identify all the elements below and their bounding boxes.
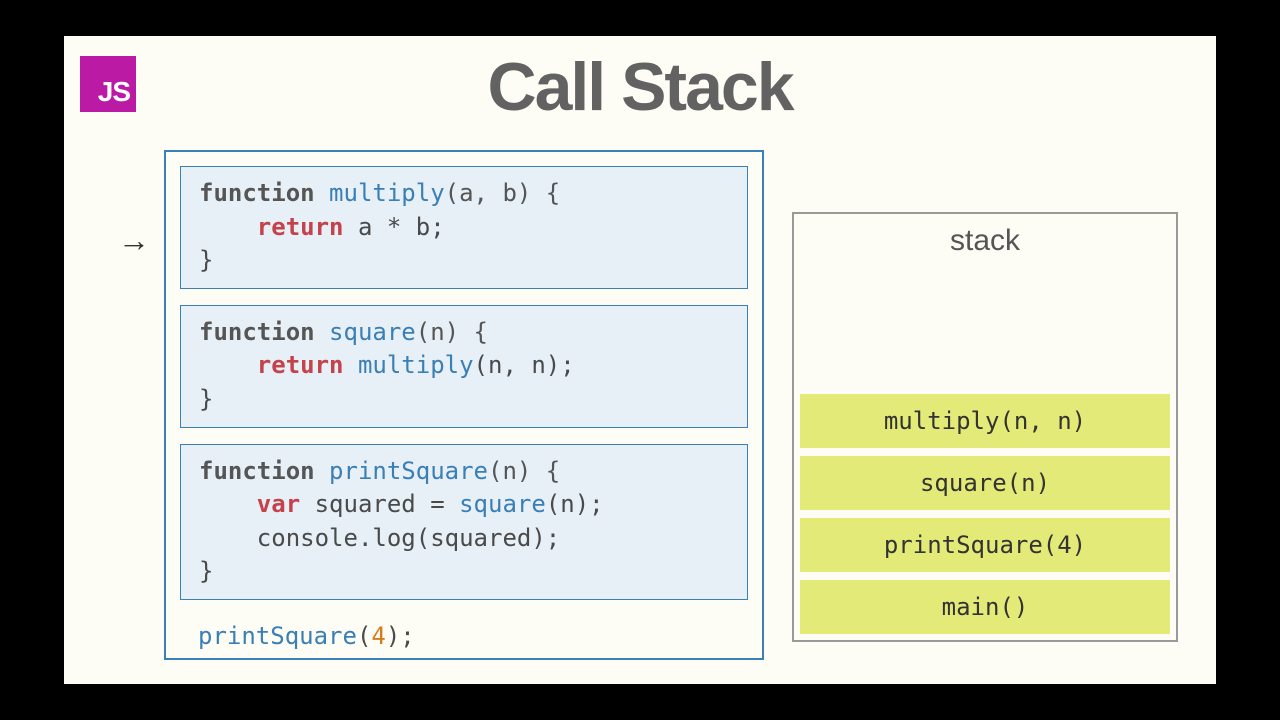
indent bbox=[199, 490, 257, 518]
stack-frame: multiply(n, n) bbox=[800, 394, 1170, 448]
slide: JS Call Stack → function multiply(a, b) … bbox=[64, 36, 1216, 684]
code-block-multiply: function multiply(a, b) { return a * b; … bbox=[180, 166, 748, 289]
indent bbox=[199, 213, 257, 241]
function-call: multiply bbox=[344, 351, 474, 379]
close-brace: } bbox=[199, 246, 213, 274]
params: (a, b) { bbox=[445, 179, 561, 207]
args: (squared); bbox=[416, 524, 561, 552]
function-name: square bbox=[329, 318, 416, 346]
console-log: console.log bbox=[257, 524, 416, 552]
stack-box: stack multiply(n, n) square(n) printSqua… bbox=[792, 212, 1178, 642]
paren-open: ( bbox=[357, 622, 371, 650]
function-name: multiply bbox=[329, 179, 445, 207]
args: (n); bbox=[546, 490, 604, 518]
keyword-function: function bbox=[199, 457, 329, 485]
slide-title: Call Stack bbox=[64, 48, 1216, 126]
close-brace: } bbox=[199, 385, 213, 413]
stack-frame: printSquare(4) bbox=[800, 518, 1170, 572]
keyword-function: function bbox=[199, 179, 329, 207]
stack-label: stack bbox=[794, 214, 1176, 264]
params: (n) { bbox=[416, 318, 488, 346]
stack-frames: multiply(n, n) square(n) printSquare(4) … bbox=[794, 264, 1176, 640]
function-call: square bbox=[459, 490, 546, 518]
keyword-function: function bbox=[199, 318, 329, 346]
code-block-printsquare: function printSquare(n) { var squared = … bbox=[180, 444, 748, 600]
stack-frame: main() bbox=[800, 580, 1170, 634]
paren-close: ); bbox=[386, 622, 415, 650]
close-brace: } bbox=[199, 557, 213, 585]
stack-frame: square(n) bbox=[800, 456, 1170, 510]
keyword-return: return bbox=[257, 213, 344, 241]
indent bbox=[199, 524, 257, 552]
function-call: printSquare bbox=[198, 622, 357, 650]
var-name: squared = bbox=[300, 490, 459, 518]
execution-pointer-arrow: → bbox=[118, 222, 150, 259]
expression: a * b; bbox=[344, 213, 445, 241]
code-block-square: function square(n) { return multiply(n, … bbox=[180, 305, 748, 428]
argument-number: 4 bbox=[371, 622, 385, 650]
keyword-var: var bbox=[257, 490, 300, 518]
args: (n, n); bbox=[474, 351, 575, 379]
code-container: function multiply(a, b) { return a * b; … bbox=[164, 150, 764, 660]
indent bbox=[199, 351, 257, 379]
params: (n) { bbox=[488, 457, 560, 485]
function-name: printSquare bbox=[329, 457, 488, 485]
code-invocation: printSquare(4); bbox=[180, 616, 748, 656]
keyword-return: return bbox=[257, 351, 344, 379]
